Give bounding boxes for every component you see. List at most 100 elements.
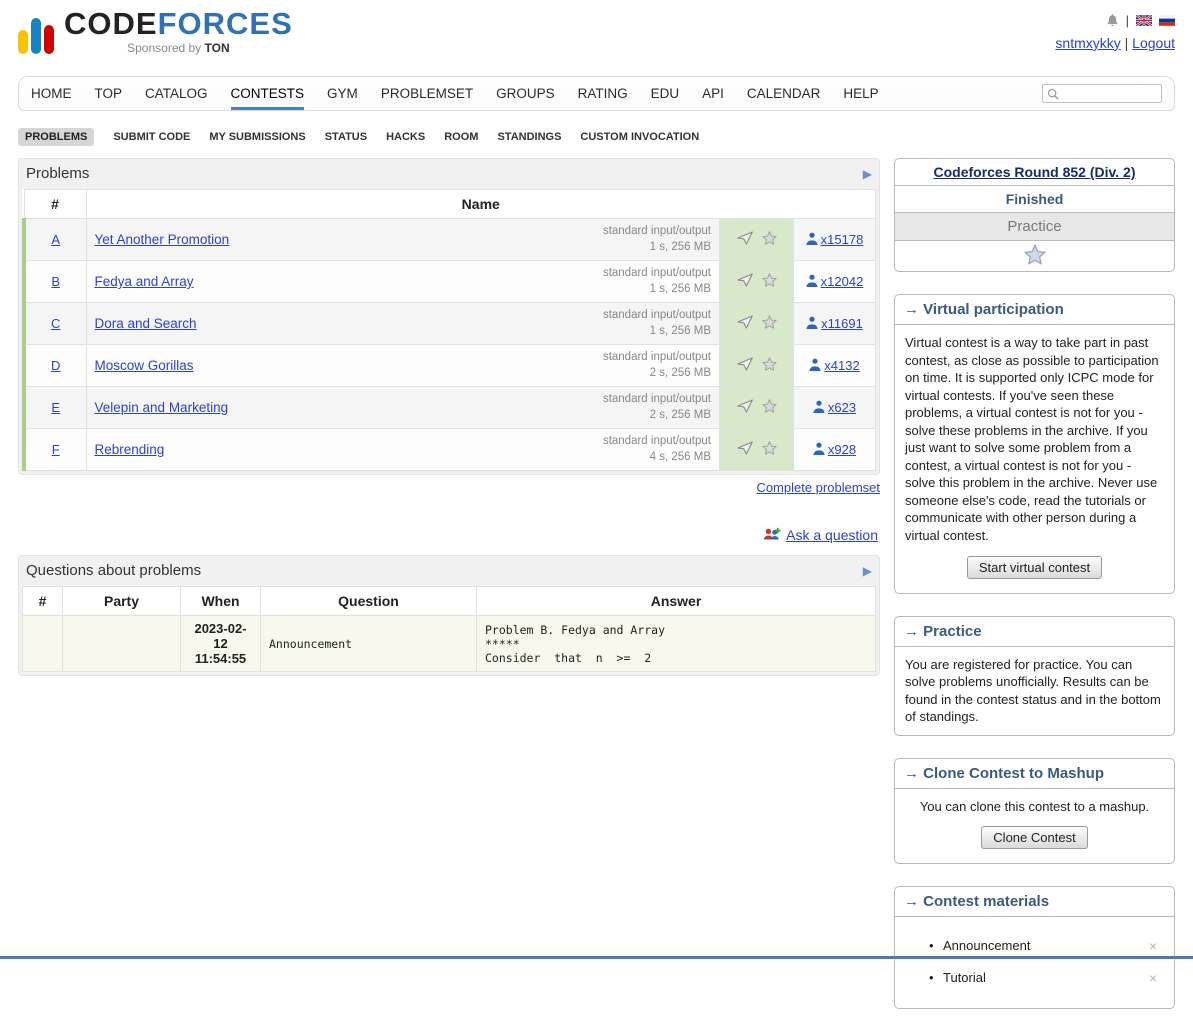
problems-caption: Problems <box>26 165 89 182</box>
problem-letter-link[interactable]: A <box>51 232 60 247</box>
question-text: Announcement <box>261 616 477 672</box>
practice-box: → Practice You are registered for practi… <box>894 616 1175 736</box>
virtual-participation-caption: → Virtual participation <box>895 295 1174 325</box>
submit-plane-icon[interactable] <box>737 399 754 416</box>
subnav-my-submissions[interactable]: MY SUBMISSIONS <box>209 131 305 143</box>
solved-count-link[interactable]: x15178 <box>821 232 864 247</box>
nav-home[interactable]: HOME <box>31 77 72 110</box>
favorite-star-icon[interactable] <box>762 231 777 248</box>
search-input[interactable] <box>1062 86 1157 102</box>
problem-name-link[interactable]: Rebrending <box>95 442 165 457</box>
solved-count-link[interactable]: x11691 <box>821 316 863 331</box>
nav-help[interactable]: HELP <box>843 77 878 110</box>
submit-plane-icon[interactable] <box>737 315 754 332</box>
nav-catalog[interactable]: CATALOG <box>145 77 208 110</box>
bell-icon[interactable] <box>1106 13 1119 27</box>
problem-row: F Rebrending standard input/output4 s, 25… <box>24 429 876 471</box>
nav-groups[interactable]: GROUPS <box>496 77 555 110</box>
nav-calendar[interactable]: CALENDAR <box>747 77 821 110</box>
close-icon[interactable]: × <box>1149 971 1157 985</box>
sponsored-by: Sponsored by TON <box>64 42 293 54</box>
expand-arrow-icon[interactable]: ▶ <box>863 565 872 577</box>
language-en-flag-icon[interactable] <box>1136 15 1152 26</box>
submit-plane-icon[interactable] <box>737 273 754 290</box>
nav-api[interactable]: API <box>702 77 724 110</box>
submit-plane-icon[interactable] <box>737 441 754 458</box>
solved-count-link[interactable]: x4132 <box>824 358 859 373</box>
search-icon <box>1047 88 1059 100</box>
subnav-room[interactable]: ROOM <box>444 131 478 143</box>
codeforces-logo[interactable]: CODEFORCES Sponsored by TON <box>18 8 293 74</box>
header: CODEFORCES Sponsored by TON | <box>18 0 1175 74</box>
subnav-standings[interactable]: STANDINGS <box>497 131 561 143</box>
problem-row: D Moscow Gorillasstandard input/output2 … <box>24 345 876 387</box>
favorite-star-icon[interactable] <box>762 441 777 458</box>
problem-limits: standard input/output2 s, 256 MB <box>603 392 711 423</box>
problem-name-link[interactable]: Yet Another Promotion <box>95 232 230 247</box>
favorite-star-icon[interactable] <box>762 273 777 290</box>
submit-plane-icon[interactable] <box>737 231 754 248</box>
username-link[interactable]: sntmxykky <box>1055 35 1120 51</box>
nav-gym[interactable]: GYM <box>327 77 358 110</box>
problem-limits: standard input/output4 s, 256 MB <box>603 434 711 465</box>
nav-contests[interactable]: CONTESTS <box>231 77 305 110</box>
material-announcement-link[interactable]: Announcement <box>943 937 1030 955</box>
favorite-star-icon[interactable] <box>762 357 777 374</box>
subnav-submit-code[interactable]: SUBMIT CODE <box>113 131 190 143</box>
clone-contest-button[interactable]: Clone Contest <box>981 826 1087 849</box>
problem-letter-link[interactable]: C <box>51 316 60 331</box>
contest-mode: Practice <box>895 213 1174 241</box>
problem-name-link[interactable]: Dora and Search <box>95 316 197 331</box>
problem-name-link[interactable]: Velepin and Marketing <box>95 400 229 415</box>
subnav-custom-invocation[interactable]: CUSTOM INVOCATION <box>580 131 699 143</box>
solved-count-link[interactable]: x12042 <box>821 274 864 289</box>
favorite-star-icon[interactable] <box>762 399 777 416</box>
nav-edu[interactable]: EDU <box>651 77 680 110</box>
nav-rating[interactable]: RATING <box>578 77 628 110</box>
subnav-hacks[interactable]: HACKS <box>386 131 425 143</box>
solvers-person-icon <box>813 400 825 414</box>
logo-bars-icon <box>18 14 54 54</box>
solved-count-link[interactable]: x623 <box>828 400 856 415</box>
main-menu: HOME TOP CATALOG CONTESTS GYM PROBLEMSET… <box>18 76 1175 111</box>
material-item: Tutorial × <box>943 962 1164 994</box>
problem-letter-link[interactable]: B <box>51 274 60 289</box>
solvers-person-icon <box>806 316 818 330</box>
problem-row: C Dora and Searchstandard input/output1 … <box>24 303 876 345</box>
submit-plane-icon[interactable] <box>737 357 754 374</box>
contest-favorite-star-icon[interactable] <box>1024 244 1046 265</box>
practice-caption: → Practice <box>895 617 1174 647</box>
search-box <box>1042 84 1162 103</box>
subnav-status[interactable]: STATUS <box>325 131 367 143</box>
q-col-question: Question <box>261 587 477 616</box>
subnav-problems[interactable]: PROBLEMS <box>18 128 94 146</box>
nav-problemset[interactable]: PROBLEMSET <box>381 77 473 110</box>
problem-letter-link[interactable]: E <box>51 400 60 415</box>
complete-problemset-link[interactable]: Complete problemset <box>756 480 880 495</box>
problem-letter-link[interactable]: F <box>52 442 60 457</box>
logout-link[interactable]: Logout <box>1132 35 1175 51</box>
material-tutorial-link[interactable]: Tutorial <box>943 969 986 987</box>
solvers-person-icon <box>809 358 821 372</box>
virtual-participation-text: Virtual contest is a way to take part in… <box>905 334 1164 545</box>
user-separator: | <box>1125 35 1129 51</box>
contest-title-link[interactable]: Codeforces Round 852 (Div. 2) <box>933 164 1135 180</box>
solved-count-link[interactable]: x928 <box>828 442 856 457</box>
contest-materials-box: → Contest materials Announcement × Tutor… <box>894 886 1175 1009</box>
ask-question-link[interactable]: Ask a question <box>786 527 878 543</box>
close-icon[interactable]: × <box>1149 939 1157 953</box>
language-ru-flag-icon[interactable] <box>1159 15 1175 26</box>
question-party <box>63 616 181 672</box>
expand-arrow-icon[interactable]: ▶ <box>863 168 872 180</box>
problem-name-link[interactable]: Moscow Gorillas <box>95 358 194 373</box>
problem-name-link[interactable]: Fedya and Array <box>95 274 194 289</box>
header-right: | <box>1055 8 1175 74</box>
nav-top[interactable]: TOP <box>95 77 123 110</box>
clone-contest-box: → Clone Contest to Mashup You can clone … <box>894 758 1175 865</box>
favorite-star-icon[interactable] <box>762 315 777 332</box>
problem-letter-link[interactable]: D <box>51 358 60 373</box>
questions-table: # Party When Question Answer 2023-02-121… <box>22 586 876 672</box>
start-virtual-contest-button[interactable]: Start virtual contest <box>967 556 1102 579</box>
ask-question-icon <box>763 527 781 543</box>
clone-contest-text: You can clone this contest to a mashup. <box>905 798 1164 816</box>
